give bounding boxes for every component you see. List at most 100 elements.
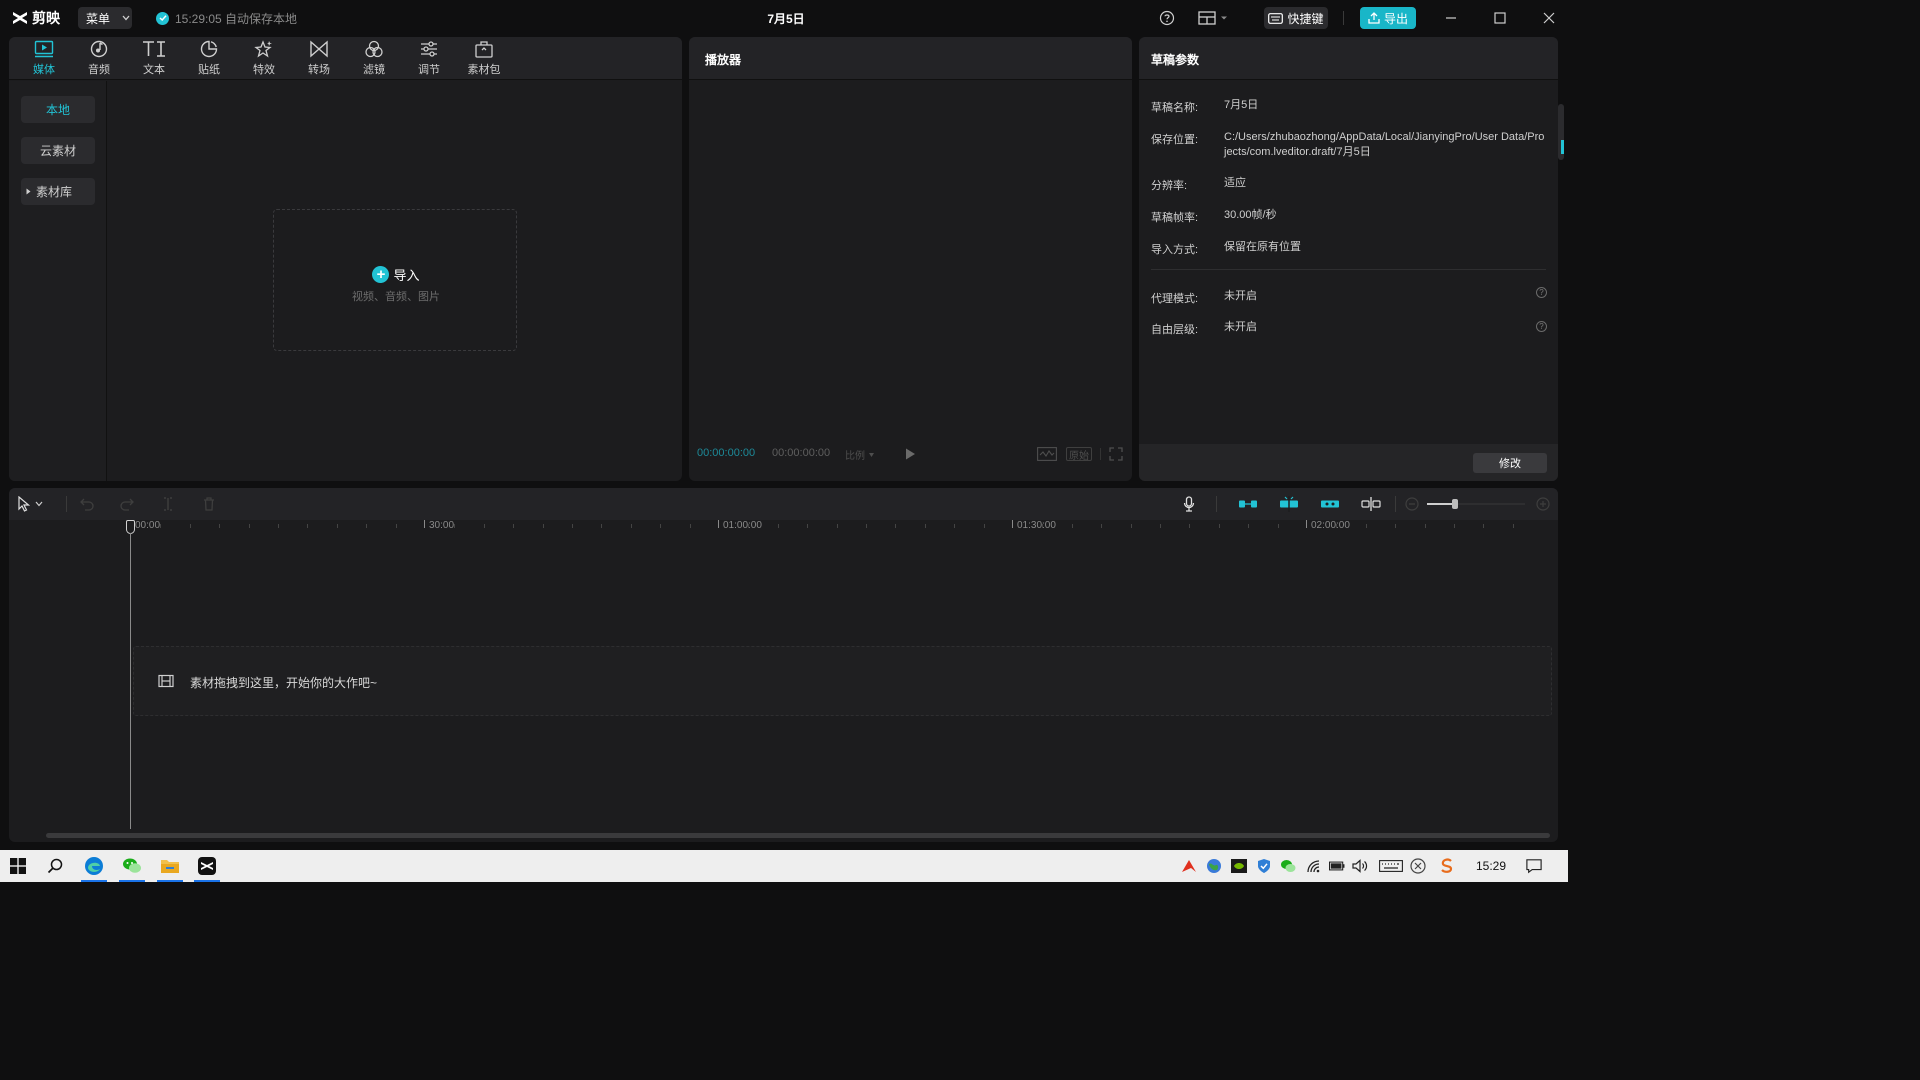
help-icon[interactable] (1159, 10, 1175, 26)
preview-axis-button[interactable] (1360, 496, 1382, 512)
ruler-minor-tick (454, 524, 456, 528)
tray-app-icon[interactable] (1352, 858, 1368, 874)
ruler-minor-tick (1336, 524, 1338, 528)
export-button[interactable]: 导出 (1360, 7, 1416, 29)
titlebar-divider (1343, 11, 1344, 25)
main-track-dropzone[interactable]: 素材拖拽到这里，开始你的大作吧~ (133, 646, 1552, 716)
redo-button[interactable] (119, 496, 135, 512)
sidebar-item-library[interactable]: 素材库 (21, 178, 95, 205)
zoom-slider-handle[interactable] (1452, 499, 1458, 509)
sidebar-item-cloud[interactable]: 云素材 (21, 137, 95, 164)
auto-snap-button[interactable] (1278, 496, 1300, 512)
ruler-minor-tick (1160, 524, 1161, 528)
caret-down-icon (869, 452, 874, 457)
active-indicator (81, 880, 107, 882)
ratio-dropdown[interactable]: 比例 (845, 447, 874, 462)
taskbar-app-jianying[interactable] (192, 850, 222, 882)
playhead-handle[interactable] (126, 520, 135, 534)
tray-app-icon[interactable] (1231, 858, 1247, 874)
original-button[interactable]: 原始 (1066, 447, 1092, 462)
tray-app-icon[interactable] (1410, 858, 1426, 874)
capcut-app-icon (198, 857, 216, 875)
ruler-minor-tick (483, 524, 485, 528)
start-button[interactable] (3, 850, 33, 882)
tool-filter[interactable]: 滤镜 (350, 40, 398, 80)
ruler-minor-tick (1130, 524, 1132, 528)
modify-button[interactable]: 修改 (1473, 453, 1547, 473)
timeline-horizontal-scrollbar[interactable] (46, 833, 1550, 838)
tool-transition[interactable]: 转场 (295, 40, 343, 80)
fullscreen-button[interactable] (1109, 447, 1123, 461)
delete-button[interactable] (201, 496, 217, 512)
tray-app-icon[interactable] (1181, 858, 1197, 874)
maximize-button[interactable] (1490, 8, 1510, 28)
taskbar-app-wechat[interactable] (117, 850, 147, 882)
plus-icon: + (372, 266, 390, 283)
ruler-minor-tick (513, 524, 515, 528)
zoom-in-button[interactable] (1535, 496, 1551, 512)
tray-app-icon[interactable] (1306, 858, 1322, 874)
tray-app-icon[interactable] (1206, 858, 1222, 874)
notification-center-button[interactable] (1526, 858, 1542, 874)
sidebar-item-local[interactable]: 本地 (21, 96, 95, 123)
shortcut-button[interactable]: 快捷键 (1264, 7, 1328, 29)
play-button[interactable] (903, 447, 917, 461)
import-dropzone[interactable]: + 导入 视频、音频、图片 (273, 209, 517, 351)
timeline-toolbar (9, 488, 1558, 520)
param-value-free-layer: 未开启 (1224, 321, 1257, 333)
zoom-out-button[interactable] (1404, 496, 1420, 512)
tool-adjust[interactable]: 调节 (405, 40, 453, 80)
tool-text[interactable]: 文本 (130, 40, 178, 80)
windows-logo-icon (10, 858, 26, 874)
capcut-logo-icon (13, 12, 27, 24)
import-label: 导入 (393, 268, 420, 283)
search-button[interactable] (40, 850, 70, 882)
minimize-button[interactable] (1441, 8, 1461, 28)
tool-label: 文本 (143, 64, 165, 76)
tool-asset-pack[interactable]: 素材包 (460, 40, 508, 80)
ruler-minor-tick (1395, 524, 1397, 528)
tray-app-icon[interactable] (1379, 858, 1403, 874)
taskbar-app-explorer[interactable] (155, 850, 185, 882)
ruler-minor-tick (630, 524, 632, 528)
layout-switch-button[interactable] (1198, 10, 1234, 26)
taskbar-clock[interactable]: 15:29 (1474, 859, 1508, 873)
wechat-icon (1281, 860, 1296, 872)
tool-effects[interactable]: 特效 (240, 40, 288, 80)
undo-button[interactable] (79, 496, 95, 512)
param-label: 自由层级: (1151, 324, 1199, 336)
tray-app-icon[interactable] (1256, 858, 1272, 874)
main-menu-button[interactable]: 菜单 (78, 7, 132, 29)
linkage-button[interactable] (1319, 496, 1341, 512)
tool-media[interactable]: 媒体 (20, 40, 68, 80)
play-icon (906, 448, 915, 460)
help-icon[interactable]: ? (1536, 287, 1547, 298)
close-button[interactable] (1539, 8, 1559, 28)
ratio-label: 比例 (845, 451, 865, 462)
tray-app-icon[interactable] (1329, 858, 1345, 874)
select-tool-dropdown[interactable] (17, 496, 49, 512)
ruler-minor-tick (689, 524, 691, 528)
tray-app-icon[interactable] (1280, 858, 1296, 874)
zoom-out-icon (1405, 497, 1419, 511)
tool-label: 贴纸 (198, 64, 220, 76)
redo-icon (120, 498, 134, 511)
help-icon[interactable]: ? (1536, 321, 1547, 332)
media-toolbar: 媒体 音频 文本 贴纸 特效 转场 滤镜 调节 素材包 (9, 37, 682, 80)
import-button[interactable]: + 导入 (274, 265, 518, 284)
taskbar-app-edge[interactable] (79, 850, 109, 882)
export-icon (1368, 12, 1380, 24)
tool-sticker[interactable]: 贴纸 (185, 40, 233, 80)
main-track-magnet-button[interactable] (1237, 496, 1259, 512)
link-icon (1321, 500, 1339, 508)
windows-taskbar: 15:29 (0, 850, 1568, 882)
folder-icon (161, 860, 179, 873)
waveform-button[interactable] (1037, 447, 1057, 461)
timeline-panel: 00:00 30:00 01:00:00 01:30:00 02:00:00 素… (9, 488, 1558, 842)
tray-app-icon[interactable] (1439, 858, 1455, 874)
split-button[interactable] (160, 496, 176, 512)
media-panel: 媒体 音频 文本 贴纸 特效 转场 滤镜 调节 素材包 本地 云素材 素材库 +… (9, 37, 682, 481)
record-audio-button[interactable] (1181, 496, 1197, 512)
tool-audio[interactable]: 音频 (75, 40, 123, 80)
ruler-minor-tick (1218, 524, 1220, 528)
